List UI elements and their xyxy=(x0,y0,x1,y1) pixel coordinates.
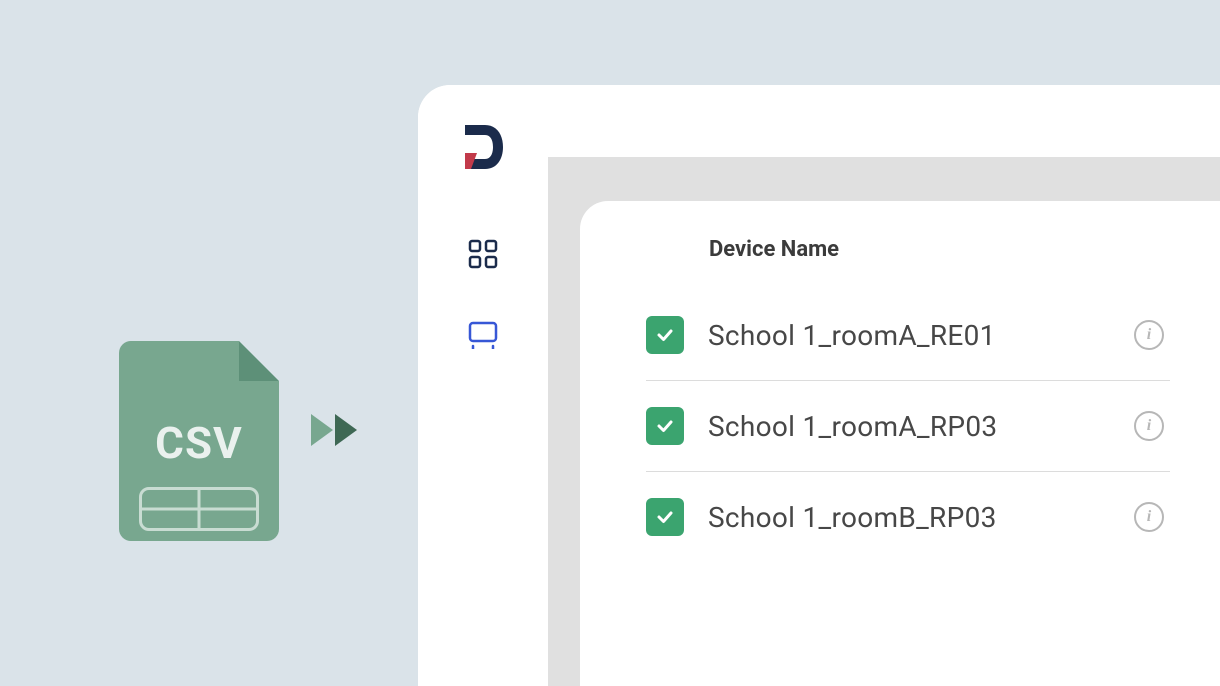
table-row: School 1_roomA_RP03 i xyxy=(646,381,1170,472)
info-icon[interactable]: i xyxy=(1134,411,1164,441)
csv-file-label: CSV xyxy=(119,417,279,469)
info-icon[interactable]: i xyxy=(1134,502,1164,532)
app-window: Device Name School 1_roomA_RE01 i School… xyxy=(418,85,1220,686)
row-checkbox[interactable] xyxy=(646,498,684,536)
device-name-cell: School 1_roomA_RP03 xyxy=(708,410,1110,443)
app-sidebar xyxy=(418,85,548,686)
device-name-cell: School 1_roomA_RE01 xyxy=(708,319,1110,352)
csv-file-icon: CSV xyxy=(119,341,279,541)
table-row: School 1_roomA_RE01 i xyxy=(646,290,1170,381)
table-row: School 1_roomB_RP03 i xyxy=(646,472,1170,562)
row-checkbox[interactable] xyxy=(646,407,684,445)
info-icon[interactable]: i xyxy=(1134,320,1164,350)
row-checkbox[interactable] xyxy=(646,316,684,354)
column-header-device-name: Device Name xyxy=(709,237,1170,262)
device-name-cell: School 1_roomB_RP03 xyxy=(708,501,1110,534)
device-list-card: Device Name School 1_roomA_RE01 i School… xyxy=(580,201,1220,686)
dashboard-icon[interactable] xyxy=(468,239,498,273)
app-logo-icon xyxy=(459,119,507,175)
classroom-icon[interactable] xyxy=(467,319,499,353)
import-arrows-icon xyxy=(311,414,357,446)
